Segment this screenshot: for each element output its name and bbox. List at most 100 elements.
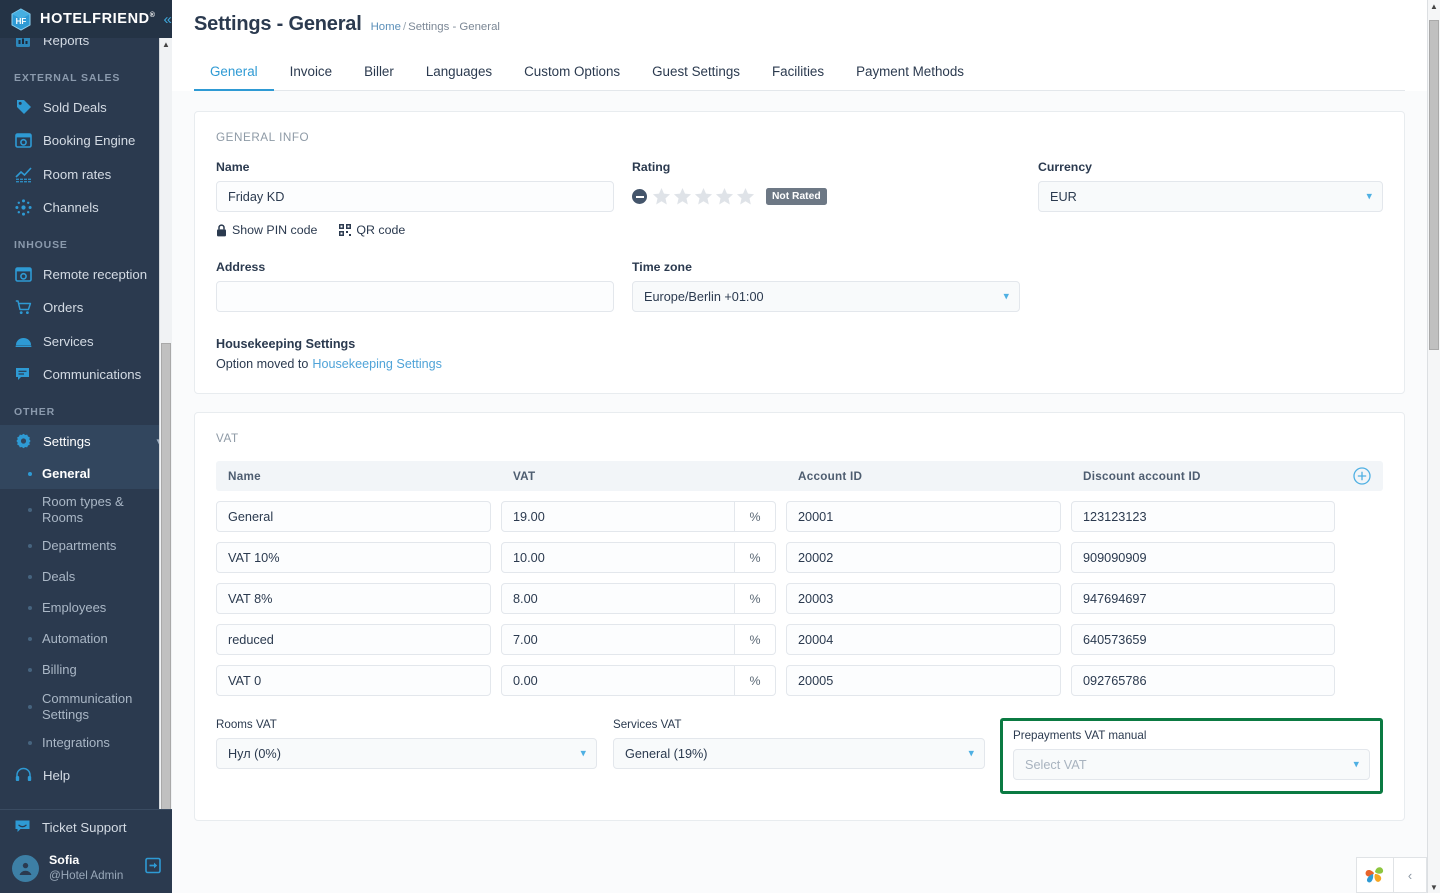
scroll-up-arrow-icon[interactable]: ▲ [1430,0,1438,12]
vat-account-id-input[interactable] [786,665,1061,696]
chevron-left-icon[interactable]: ‹ [1393,857,1427,893]
rooms-vat-group: Rooms VAT Нул (0%) ▾ [216,718,597,769]
star-icon[interactable] [694,187,713,206]
rating-field-group: Rating Not Rated [632,160,1020,237]
services-vat-select[interactable]: General (19%) ▾ [613,738,985,769]
page-scrollbar[interactable]: ▲ ▼ [1427,0,1440,893]
bullet-icon [28,668,32,673]
show-pin-code-link[interactable]: Show PIN code [216,223,317,237]
address-input[interactable] [216,281,614,312]
sidebar-item-services[interactable]: Services [0,325,172,359]
vat-name-input[interactable] [216,665,491,696]
sidebar-scroll-track[interactable] [160,50,172,810]
sidebar-item-communication-settings[interactable]: Communication Settings [0,686,172,728]
tab-custom-options[interactable]: Custom Options [508,55,636,90]
rating-label: Rating [632,160,671,174]
timezone-select[interactable]: Europe/Berlin +01:00 ▾ [632,281,1020,312]
add-vat-row-button[interactable] [1353,467,1371,485]
vat-percent-input[interactable] [501,542,735,573]
sidebar-scrollbar[interactable]: ▲ ▼ [159,38,172,810]
scroll-up-arrow-icon[interactable]: ▲ [162,38,170,50]
chevron-down-icon[interactable]: ▾ [1353,759,1359,770]
housekeeping-settings-link[interactable]: Housekeeping Settings [312,357,442,371]
tab-invoice[interactable]: Invoice [274,55,348,90]
vat-name-input[interactable] [216,501,491,532]
pinwheel-logo-icon[interactable] [1356,857,1393,893]
tab-languages[interactable]: Languages [410,55,508,90]
vat-discount-account-id-input[interactable] [1071,624,1335,655]
main-area: Settings - General Home / Settings - Gener… [172,0,1440,893]
name-input[interactable] [216,181,614,212]
sidebar-item-booking-engine[interactable]: Booking Engine [0,124,172,158]
star-icon[interactable] [736,187,755,206]
housekeeping-note: Option moved to Housekeeping Settings [216,357,1383,371]
sidebar-item-departments[interactable]: Departments [0,531,172,562]
tab-guest-settings[interactable]: Guest Settings [636,55,756,90]
percent-suffix: % [735,583,776,614]
user-name: Sofia [49,853,80,868]
sidebar-item-help[interactable]: Help [0,758,172,792]
prepayments-vat-select[interactable]: Select VAT ▾ [1013,749,1370,780]
vat-percent-input[interactable] [501,624,735,655]
star-icon[interactable] [652,187,671,206]
star-icon[interactable] [715,187,734,206]
chevron-down-icon[interactable]: ▾ [580,748,586,759]
sidebar-user-profile[interactable]: Sofia @Hotel Admin [0,845,172,893]
rooms-vat-select[interactable]: Нул (0%) ▾ [216,738,597,769]
tab-biller[interactable]: Biller [348,55,410,90]
tab-general[interactable]: General [194,55,274,91]
floating-widget[interactable]: ‹ [1356,857,1427,893]
page-scroll-track[interactable] [1428,12,1440,881]
currency-select[interactable]: EUR ▾ [1038,181,1383,212]
tab-payment-methods[interactable]: Payment Methods [840,55,980,90]
scroll-down-arrow-icon[interactable]: ▼ [1430,881,1438,893]
vat-discount-account-id-input[interactable] [1071,542,1335,573]
sidebar-item-remote-reception[interactable]: Remote reception [0,258,172,292]
sidebar-item-automation[interactable]: Automation [0,624,172,655]
chevron-down-icon[interactable]: ▾ [968,748,974,759]
brand-logo[interactable]: HF HOTELFRIEND® « [0,0,172,38]
vat-percent-input[interactable] [501,665,735,696]
star-icon[interactable] [673,187,692,206]
tab-facilities[interactable]: Facilities [756,55,840,90]
minus-circle-icon[interactable] [632,189,647,204]
sidebar-item-deals[interactable]: Deals [0,562,172,593]
page-scroll-thumb[interactable] [1429,20,1439,350]
rating-control[interactable]: Not Rated [632,181,1020,212]
vat-name-input[interactable] [216,624,491,655]
sidebar-scroll-thumb[interactable] [161,343,171,810]
vat-discount-account-id-input[interactable] [1071,665,1335,696]
sidebar-item-orders[interactable]: Orders [0,291,172,325]
sidebar-collapse-icon[interactable]: « [163,12,171,27]
sidebar-item-settings[interactable]: Settings ▾ [0,424,172,458]
chevron-down-icon[interactable]: ▾ [1366,191,1372,202]
sidebar-item-integrations[interactable]: Integrations [0,727,172,758]
vat-account-id-input[interactable] [786,624,1061,655]
sidebar-item-sold-deals[interactable]: Sold Deals [0,91,172,125]
vat-account-id-input[interactable] [786,501,1061,532]
sidebar-item-communications[interactable]: Communications [0,358,172,392]
sidebar-item-channels[interactable]: Channels [0,191,172,225]
chevron-down-icon[interactable]: ▾ [1003,291,1009,302]
vat-discount-account-id-input[interactable] [1071,583,1335,614]
vat-discount-account-id-input[interactable] [1071,501,1335,532]
sidebar-item-ticket-support[interactable]: Ticket Support [0,810,172,845]
vat-name-input[interactable] [216,542,491,573]
vat-percent-input[interactable] [501,501,735,532]
qr-code-link[interactable]: QR code [339,223,405,237]
logout-icon[interactable] [145,857,162,879]
vat-account-id-input[interactable] [786,542,1061,573]
vat-name-input[interactable] [216,583,491,614]
sidebar-item-general[interactable]: General [0,458,172,489]
brand-name: HOTELFRIEND® [40,11,156,27]
chat-icon [14,366,32,384]
breadcrumb-home[interactable]: Home [371,21,401,33]
sidebar-item-reports[interactable]: Reports [0,38,172,58]
sidebar-item-employees[interactable]: Employees [0,593,172,624]
sidebar-item-room-rates[interactable]: Room rates [0,158,172,192]
sidebar-item-billing[interactable]: Billing [0,655,172,686]
vat-account-id-input[interactable] [786,583,1061,614]
star-rating[interactable] [652,187,755,206]
vat-percent-input[interactable] [501,583,735,614]
sidebar-item-room-types-rooms[interactable]: Room types & Rooms [0,489,172,531]
